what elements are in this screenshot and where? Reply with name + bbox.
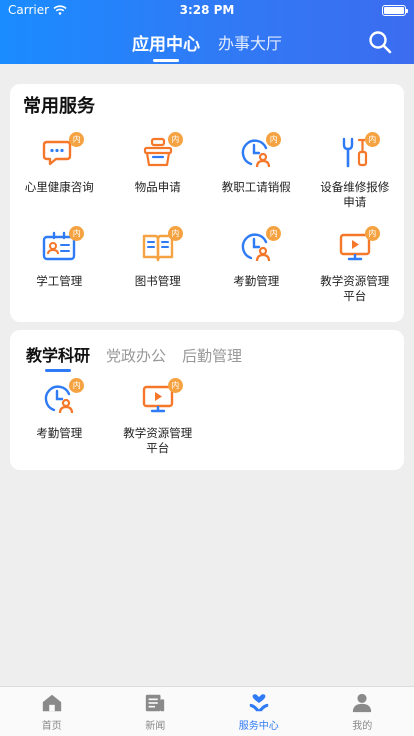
icon-wrap: 内 bbox=[141, 132, 183, 170]
news-icon bbox=[146, 694, 165, 711]
internal-badge: 内 bbox=[69, 226, 85, 241]
icon-wrap: 内 bbox=[338, 226, 380, 264]
tab-logistics[interactable]: 后勤管理 bbox=[182, 345, 242, 366]
nav-label: 新闻 bbox=[145, 720, 166, 732]
internal-badge: 内 bbox=[266, 132, 282, 147]
service-label: 物品申请 bbox=[134, 180, 181, 194]
icon-wrap: 内 bbox=[141, 226, 183, 264]
service-library[interactable]: 内 图书管理 bbox=[109, 226, 208, 308]
service-item-request[interactable]: 内 物品申请 bbox=[109, 132, 208, 214]
nav-label: 我的 bbox=[352, 720, 373, 732]
home-icon bbox=[42, 694, 61, 711]
common-services-grid: 内 心里健康咨询 内 物品申请 内 教职工请销假 内 设备维修报修申请 内 学工… bbox=[10, 132, 404, 308]
battery-icon bbox=[382, 5, 408, 16]
bottom-nav: 首页 新闻 服务中心 我的 bbox=[0, 686, 414, 736]
service-staff-leave[interactable]: 内 教职工请销假 bbox=[207, 132, 306, 214]
service-label: 图书管理 bbox=[134, 274, 181, 288]
nav-news[interactable]: 新闻 bbox=[104, 687, 208, 736]
icon-wrap: 内 bbox=[239, 132, 282, 170]
service-label: 设备维修报修申请 bbox=[320, 180, 390, 209]
service-label: 心里健康咨询 bbox=[24, 180, 94, 194]
heart-hands-icon bbox=[249, 693, 268, 711]
internal-badge: 内 bbox=[69, 378, 85, 393]
icon-wrap: 内 bbox=[141, 378, 183, 416]
service-label: 考勤管理 bbox=[36, 426, 83, 440]
nav-label: 首页 bbox=[41, 720, 62, 732]
tab-teaching-research[interactable]: 教学科研 bbox=[26, 342, 90, 366]
service-label: 教学资源管理平台 bbox=[320, 274, 390, 303]
service-teaching-resources[interactable]: 内 教学资源管理平台 bbox=[306, 226, 405, 308]
section-services-grid: 内 考勤管理 内 教学资源管理平台 bbox=[10, 378, 404, 460]
service-label: 教职工请销假 bbox=[221, 180, 291, 194]
service-label: 教学资源管理平台 bbox=[123, 426, 193, 455]
tab-party-admin[interactable]: 党政办公 bbox=[106, 345, 166, 366]
internal-badge: 内 bbox=[364, 226, 380, 241]
section-tabs: 教学科研 党政办公 后勤管理 bbox=[26, 342, 242, 366]
nav-mine[interactable]: 我的 bbox=[311, 687, 414, 736]
status-time: 3:28 PM bbox=[179, 3, 235, 17]
nav-label: 服务中心 bbox=[238, 720, 279, 732]
search-icon bbox=[369, 31, 392, 54]
internal-badge: 内 bbox=[167, 378, 183, 393]
service-equipment-repair[interactable]: 内 设备维修报修申请 bbox=[306, 132, 405, 214]
service-label: 学工管理 bbox=[36, 274, 83, 288]
service-label: 考勤管理 bbox=[233, 274, 280, 288]
internal-badge: 内 bbox=[69, 132, 85, 147]
internal-badge: 内 bbox=[167, 226, 183, 241]
tab-app-center[interactable]: 应用中心 bbox=[132, 30, 200, 55]
header-tabs: 应用中心 办事大厅 bbox=[0, 30, 414, 55]
app-header: Carrier 3:28 PM 应用中心 办事大厅 bbox=[0, 0, 414, 64]
service-psych-consult[interactable]: 内 心里健康咨询 bbox=[10, 132, 109, 214]
user-icon bbox=[353, 693, 372, 712]
icon-wrap: 内 bbox=[42, 378, 85, 416]
internal-badge: 内 bbox=[266, 226, 282, 241]
service-student-affairs[interactable]: 内 学工管理 bbox=[10, 226, 109, 308]
service-attendance[interactable]: 内 考勤管理 bbox=[207, 226, 306, 308]
service-attendance[interactable]: 内 考勤管理 bbox=[10, 378, 109, 460]
icon-wrap: 内 bbox=[42, 132, 85, 170]
search-button[interactable] bbox=[368, 30, 392, 54]
service-teaching-resources[interactable]: 内 教学资源管理平台 bbox=[109, 378, 208, 460]
nav-home[interactable]: 首页 bbox=[0, 687, 104, 736]
tab-service-hall[interactable]: 办事大厅 bbox=[218, 30, 282, 55]
common-services-card: 常用服务 内 心里健康咨询 内 物品申请 内 教职工请销假 内 设备维修报修申请… bbox=[10, 84, 404, 322]
icon-wrap: 内 bbox=[239, 226, 282, 264]
category-sections-card: 教学科研 党政办公 后勤管理 内 考勤管理 内 教学资源管理平台 bbox=[10, 330, 404, 470]
common-services-title: 常用服务 bbox=[23, 96, 95, 117]
nav-service-center[interactable]: 服务中心 bbox=[207, 687, 311, 736]
internal-badge: 内 bbox=[364, 132, 380, 147]
internal-badge: 内 bbox=[167, 132, 183, 147]
status-bar: Carrier 3:28 PM bbox=[0, 0, 414, 20]
icon-wrap: 内 bbox=[42, 226, 85, 264]
icon-wrap: 内 bbox=[338, 132, 380, 170]
